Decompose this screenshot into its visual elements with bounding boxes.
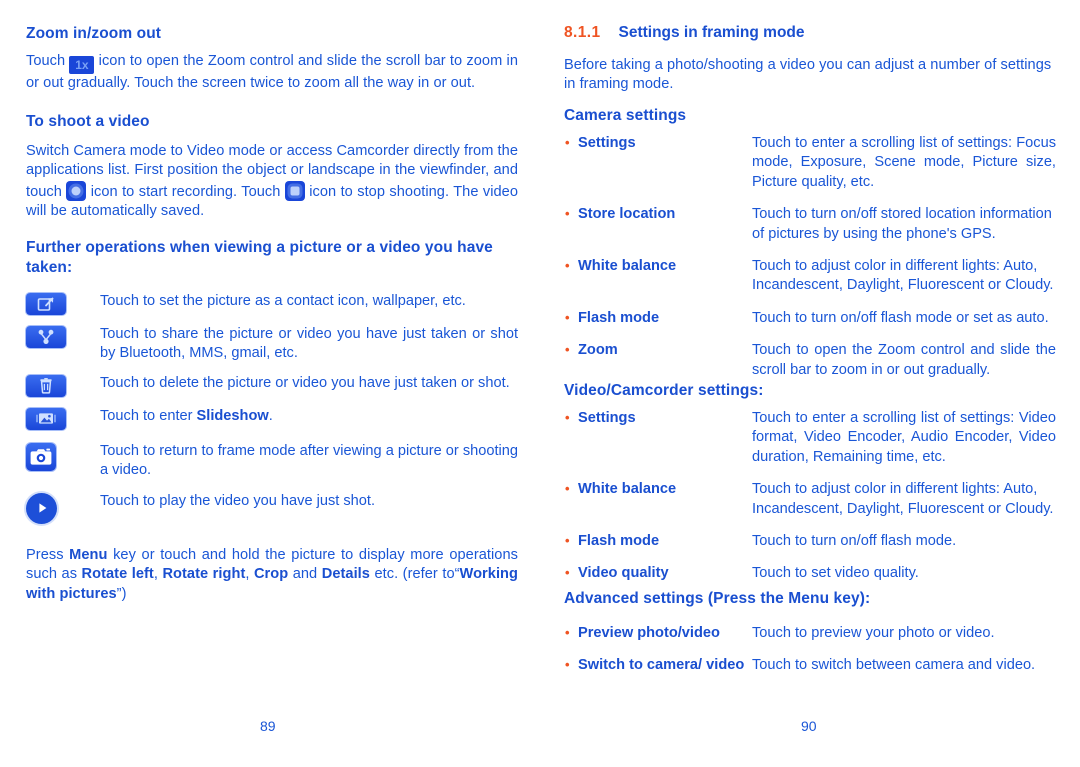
slideshow-text-before: Touch to enter [100,407,197,424]
heading-further-operations: Further operations when viewing a pictur… [26,239,493,277]
list-item-label: Touch to enter Slideshow. [100,407,518,426]
video-settings-list: Settings Touch to enter a scrolling list… [564,409,1056,597]
icon-cell [26,442,100,471]
crop-bold: Crop [253,566,289,583]
video-para-part2: icon to start recording. Touch [86,183,285,200]
list-item: Flash mode Touch to turn on/off flash mo… [564,532,1056,551]
list-item-desc: Touch to turn on/off stored location inf… [752,206,1052,242]
zoom-para-text-after: icon to open the Zoom control and slide … [26,53,518,91]
list-item: Switch to camera/ video Touch to switch … [564,656,1056,675]
list-item: Store location Touch to turn on/off stor… [564,205,1056,244]
camera-icon [26,442,56,471]
details-bold: Details [321,566,370,583]
icon-legend-list: Touch to set the picture as a contact ic… [26,292,518,535]
menu-para-t7: ”) [116,585,127,602]
menu-key-bold: Menu [69,547,108,563]
list-item-desc: Touch to turn on/off flash mode. [752,533,957,550]
menu-para-t1: Press [26,547,70,563]
menu-para-t4: , [245,566,254,583]
paragraph-menu-operations: Press Menu key or touch and hold the pic… [26,546,518,604]
list-item-label: Touch to play the video you have just sh… [100,492,376,509]
list-item-label: Touch to share the picture or video you … [100,326,518,362]
rotate-right-bold: Rotate right [162,566,246,583]
list-item-desc: Touch to open the Zoom control and slide… [752,342,1056,378]
list-item: Settings Touch to enter a scrolling list… [564,409,1056,467]
list-item-term: Switch to camera/ video [564,656,752,675]
list-item-desc: Touch to switch between camera and video… [752,657,1036,674]
zoom-para-text-before: Touch [26,53,70,69]
right-page-column: 8.1.1 Settings in framing mode Before tak… [564,0,1056,767]
paragraph-shoot-video: Switch Camera mode to Video mode or acce… [26,142,518,221]
heading-zoom-in-zoom-out: Zoom in/zoom out [26,25,162,42]
list-item: Settings Touch to enter a scrolling list… [564,134,1056,192]
list-item-desc: Touch to preview your photo or video. [752,625,995,641]
list-item-desc: Touch to adjust color in different light… [752,481,1054,517]
section-title: Settings in framing mode [618,24,805,41]
heading-video-camcorder-settings: Video/Camcorder settings: [564,382,764,399]
list-item: White balance Touch to adjust color in d… [564,257,1056,296]
list-item-term: Preview photo/video [564,624,752,643]
heading-to-shoot-a-video: To shoot a video [26,113,150,130]
list-item-term: Zoom [564,341,752,360]
list-item: Zoom Touch to open the Zoom control and … [564,341,1056,380]
list-item-term: Settings [564,409,752,428]
icon-cell [26,292,100,315]
list-item-term: White balance [564,257,752,276]
record-icon [66,180,87,201]
rotate-left-bold: Rotate left [81,566,154,583]
list-item-label: Touch to return to frame mode after view… [100,442,518,479]
menu-para-t6: etc. (refer to“ [369,566,460,583]
stop-icon [284,180,305,201]
left-page-column: Zoom in/zoom out Touch 1x icon to open t… [26,0,518,767]
slideshow-text-after: . [268,407,273,424]
paragraph-intro: Before taking a photo/shooting a video y… [564,57,1052,93]
camera-settings-list: Settings Touch to enter a scrolling list… [564,134,1056,393]
list-item-desc: Touch to enter a scrolling list of setti… [752,410,1056,465]
list-item-label: Touch to set the picture as a contact ic… [100,293,466,309]
icon-cell [26,492,100,524]
list-item-term: White balance [564,480,752,499]
paragraph-zoom: Touch 1x icon to open the Zoom control a… [26,52,518,93]
list-item: White balance Touch to adjust color in d… [564,480,1056,519]
page-number-right: 90 [801,718,817,734]
list-item-term: Settings [564,134,752,153]
icon-cell [26,407,100,430]
list-item: Touch to play the video you have just sh… [26,492,518,524]
list-item-term: Store location [564,205,752,224]
share-icon [26,326,66,348]
list-item: Touch to enter Slideshow. [26,407,518,430]
list-item-desc: Touch to set video quality. [752,565,919,582]
section-heading: 8.1.1 Settings in framing mode [564,24,1056,42]
section-number: 8.1.1 [564,24,601,41]
list-item: Touch to share the picture or video you … [26,325,518,364]
page-number-left: 89 [260,718,276,734]
set-as-icon [26,293,66,315]
heading-camera-settings: Camera settings [564,107,687,124]
list-item: Touch to set the picture as a contact ic… [26,292,518,315]
list-item: Video quality Touch to set video quality… [564,564,1056,583]
list-item-term: Flash mode [564,309,752,328]
list-item: Touch to delete the picture or video you… [26,374,518,397]
list-item: Preview photo/video Touch to preview you… [564,624,1056,643]
list-item-label: Touch to delete the picture or video you… [100,374,510,391]
advanced-settings-list: Preview photo/video Touch to preview you… [564,624,1056,689]
list-item-desc: Touch to enter a scrolling list of setti… [752,135,1056,190]
slideshow-bold: Slideshow [196,407,269,424]
list-item-term: Video quality [564,564,752,583]
icon-cell [26,374,100,397]
menu-para-t5: and [288,566,322,583]
list-item-desc: Touch to turn on/off flash mode or set a… [752,309,1049,326]
heading-advanced-settings: Advanced settings (Press the Menu key): [564,590,871,607]
play-icon [26,492,57,524]
slideshow-icon [26,407,66,430]
list-item-term: Flash mode [564,532,752,551]
trash-icon [26,374,66,397]
zoom-1x-icon: 1x [69,56,95,74]
list-item-desc: Touch to adjust color in different light… [752,258,1054,294]
manual-page-spread: Zoom in/zoom out Touch 1x icon to open t… [0,0,1080,767]
list-item: Flash mode Touch to turn on/off flash mo… [564,309,1056,328]
icon-cell [26,325,100,348]
list-item: Touch to return to frame mode after view… [26,442,518,481]
